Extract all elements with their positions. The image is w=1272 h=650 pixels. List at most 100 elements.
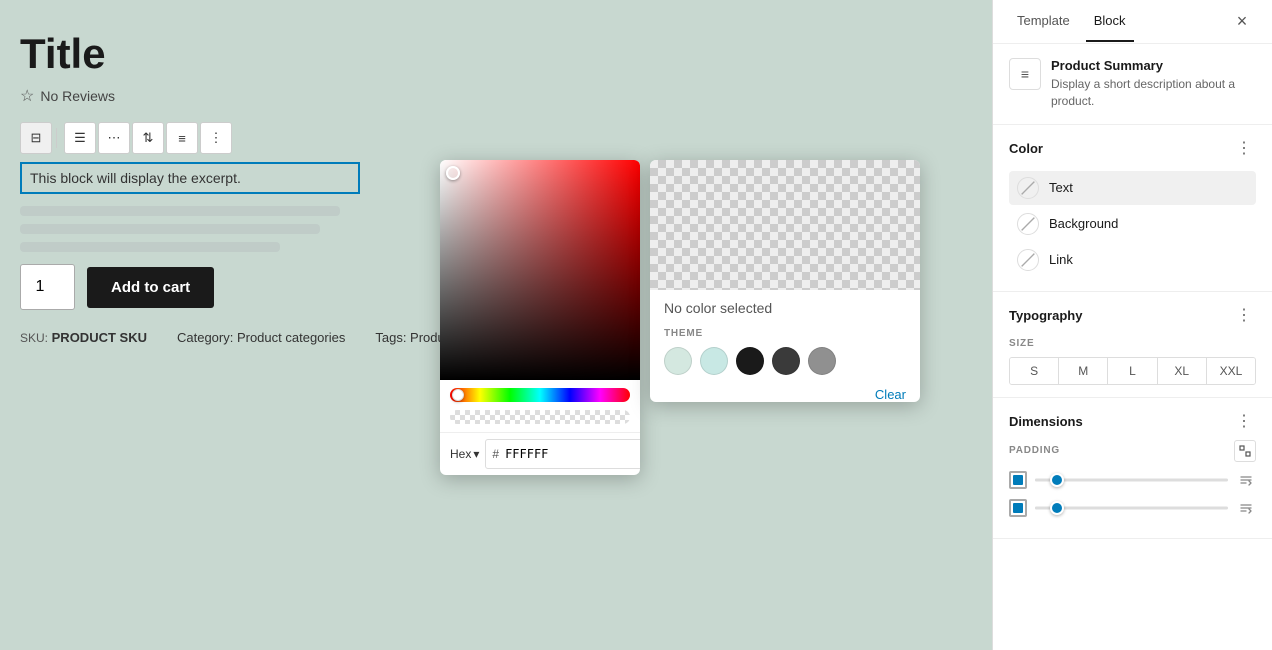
dimensions-section-header: Dimensions ⋮ — [1009, 410, 1256, 434]
padding-icon-1 — [1009, 471, 1027, 489]
color-picker-popup: Hex ▾ # — [440, 160, 640, 475]
no-color-panel: No color selected THEME Clear — [650, 160, 920, 402]
padding-thumb-2 — [1050, 501, 1064, 515]
color-section: Color ⋮ Text Background — [993, 125, 1272, 292]
hex-format-label: Hex — [450, 447, 471, 461]
text-color-swatch — [1017, 177, 1039, 199]
size-buttons: S M L XL XXL — [1009, 357, 1256, 385]
padding-thumb-1 — [1050, 473, 1064, 487]
padding-label: PADDING — [1009, 445, 1060, 456]
clear-color-btn[interactable]: Clear — [875, 387, 906, 402]
skeleton-line-3 — [20, 242, 280, 252]
no-color-text: No color selected — [664, 300, 906, 316]
alpha-bar-wrap — [440, 406, 640, 432]
color-option-background[interactable]: Background — [1009, 207, 1256, 241]
size-btn-m[interactable]: M — [1059, 358, 1108, 384]
close-sidebar-btn[interactable]: × — [1228, 8, 1256, 36]
block-type-btn[interactable]: ⊟ — [20, 122, 52, 154]
color-section-header: Color ⋮ — [1009, 137, 1256, 161]
picker-footer: Hex ▾ # — [440, 432, 640, 475]
up-down-btn[interactable]: ⇅ — [132, 122, 164, 154]
hue-slider-wrap — [440, 380, 640, 406]
block-icon-symbol: ≡ — [1021, 66, 1029, 82]
dimensions-more-btn[interactable]: ⋮ — [1232, 410, 1256, 434]
size-btn-xl[interactable]: XL — [1158, 358, 1207, 384]
size-label: SIZE — [1009, 338, 1256, 349]
color-option-text[interactable]: Text — [1009, 171, 1256, 205]
star-icon: ☆ — [20, 86, 34, 106]
link-color-swatch — [1017, 249, 1039, 271]
tab-template[interactable]: Template — [1009, 1, 1078, 42]
block-type-icon: ≡ — [1009, 58, 1041, 90]
excerpt-text: This block will display the excerpt. — [30, 170, 241, 186]
theme-colors — [664, 347, 906, 375]
padding-settings-1[interactable] — [1236, 470, 1256, 490]
padding-row-1 — [1009, 470, 1256, 490]
skeleton-line-2 — [20, 224, 320, 234]
toolbar-separator — [56, 128, 60, 148]
dimensions-section: Dimensions ⋮ PADDING — [993, 398, 1272, 539]
page-title: Title — [20, 30, 972, 78]
padding-row-2 — [1009, 498, 1256, 518]
theme-swatch-1[interactable] — [664, 347, 692, 375]
category-text: Category: Product categories — [177, 330, 345, 345]
more-options-btn[interactable]: ⋮ — [200, 122, 232, 154]
theme-swatch-4[interactable] — [772, 347, 800, 375]
color-section-title: Color — [1009, 141, 1043, 156]
bg-color-label: Background — [1049, 216, 1118, 231]
size-btn-l[interactable]: L — [1108, 358, 1157, 384]
add-to-cart-button[interactable]: Add to cart — [87, 267, 214, 308]
theme-swatch-2[interactable] — [700, 347, 728, 375]
size-btn-xxl[interactable]: XXL — [1207, 358, 1255, 384]
typography-section-title: Typography — [1009, 308, 1082, 323]
sku-label: SKU: — [20, 331, 48, 345]
hex-hash: # — [492, 447, 499, 461]
reviews-text: No Reviews — [40, 88, 115, 104]
quantity-input[interactable]: 1 — [20, 264, 75, 310]
theme-swatch-5[interactable] — [808, 347, 836, 375]
no-color-body: No color selected THEME Clear — [650, 290, 920, 395]
color-more-btn[interactable]: ⋮ — [1232, 137, 1256, 161]
block-info: Product Summary Display a short descript… — [1051, 58, 1256, 110]
hex-input[interactable] — [499, 443, 640, 465]
block-toolbar: ⊟ ☰ ⋯ ⇅ ≡ ⋮ — [20, 122, 972, 154]
block-title: Product Summary — [1051, 58, 1256, 73]
sidebar-header: Template Block × — [993, 0, 1272, 44]
list-view-btn[interactable]: ☰ — [64, 122, 96, 154]
padding-icon-2 — [1009, 499, 1027, 517]
dropdown-arrow: ▾ — [473, 447, 479, 461]
skeleton-line-1 — [20, 206, 340, 216]
typography-more-btn[interactable]: ⋮ — [1232, 304, 1256, 328]
hue-bar[interactable] — [450, 388, 630, 402]
padding-settings-2[interactable] — [1236, 498, 1256, 518]
excerpt-block[interactable]: This block will display the excerpt. — [20, 162, 360, 194]
size-btn-s[interactable]: S — [1010, 358, 1059, 384]
padding-corners-btn[interactable] — [1234, 440, 1256, 462]
padding-slider-1[interactable] — [1035, 472, 1228, 488]
hue-thumb — [452, 389, 464, 401]
category-block: Category: Product categories — [177, 330, 345, 345]
alpha-bar[interactable] — [450, 410, 630, 424]
typography-section-header: Typography ⋮ — [1009, 304, 1256, 328]
block-desc: Display a short description about a prod… — [1051, 76, 1256, 110]
no-color-swatch — [650, 160, 920, 290]
sidebar: Template Block × ≡ Product Summary Displ… — [992, 0, 1272, 650]
sku-block: SKU: PRODUCT SKU — [20, 330, 147, 345]
color-gradient[interactable] — [440, 160, 640, 380]
padding-header: PADDING — [1009, 440, 1256, 462]
theme-swatch-3[interactable] — [736, 347, 764, 375]
padding-slider-2[interactable] — [1035, 500, 1228, 516]
block-info-header: ≡ Product Summary Display a short descri… — [993, 44, 1272, 125]
canvas-area: Title ☆ No Reviews ⊟ ☰ ⋯ ⇅ ≡ ⋮ This bloc… — [0, 0, 992, 650]
tab-block[interactable]: Block — [1086, 1, 1134, 42]
bg-color-swatch — [1017, 213, 1039, 235]
gradient-handle[interactable] — [446, 166, 460, 180]
reviews-row: ☆ No Reviews — [20, 86, 972, 106]
hex-format-select[interactable]: Hex ▾ — [450, 447, 479, 461]
sku-value: PRODUCT SKU — [52, 330, 147, 345]
link-color-label: Link — [1049, 252, 1073, 267]
color-option-link[interactable]: Link — [1009, 243, 1256, 277]
align-btn[interactable]: ≡ — [166, 122, 198, 154]
typography-section: Typography ⋮ SIZE S M L XL XXL — [993, 292, 1272, 398]
grid-btn[interactable]: ⋯ — [98, 122, 130, 154]
